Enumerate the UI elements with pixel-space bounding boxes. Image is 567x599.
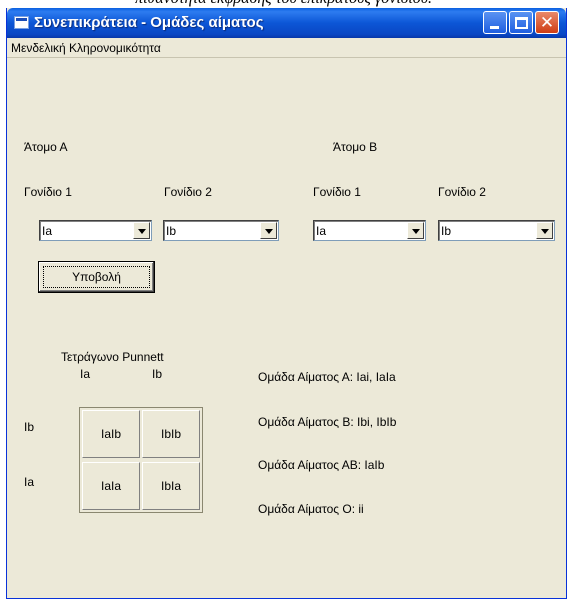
menu-item-mendelian[interactable]: Μενδελική Κληρονομικότητα — [9, 41, 163, 55]
punnett-cell: IaIb — [82, 410, 140, 458]
result-group-a: Ομάδα Αίματος Α: Iai, IaIa — [258, 370, 396, 384]
maximize-button[interactable] — [509, 11, 533, 34]
minimize-icon — [490, 26, 499, 29]
person-b-gene1-value: Ia — [316, 224, 327, 238]
punnett-cell: IbIa — [142, 462, 200, 510]
result-group-ab: Ομάδα Αίματος ΑΒ: IaIb — [258, 458, 385, 472]
minimize-button[interactable] — [483, 11, 507, 34]
person-a-label: Άτομο Α — [24, 140, 68, 154]
window-title: Συνεπικράτεια - Ομάδες αίματος — [34, 14, 264, 31]
person-b-gene1-select[interactable]: Ia — [313, 220, 426, 241]
person-a-gene1-label: Γονίδιο 1 — [24, 185, 72, 199]
person-a-gene2-value: Ib — [166, 224, 177, 238]
person-a-gene2-label: Γονίδιο 2 — [164, 185, 212, 199]
app-icon[interactable] — [14, 16, 29, 29]
submit-button-label: Υποβολή — [43, 266, 150, 288]
result-group-b: Ομάδα Αίματος Β: Ibi, IbIb — [258, 415, 397, 429]
person-a-gene1-select[interactable]: Ia — [39, 220, 152, 241]
punnett-square: IaIb IbIb IaIa IbIa — [79, 407, 203, 513]
result-group-o: Ομάδα Αίματος Ο: ii — [258, 502, 364, 516]
person-b-label: Άτομο Β — [333, 140, 378, 154]
close-button[interactable]: ✕ — [535, 11, 559, 34]
punnett-cell: IbIb — [142, 410, 200, 458]
punnett-cell: IaIa — [82, 462, 140, 510]
maximize-icon — [515, 17, 528, 29]
person-b-gene2-select[interactable]: Ib — [438, 220, 555, 241]
punnett-col-header: Ia — [80, 367, 91, 381]
dropdown-arrow-icon[interactable] — [133, 222, 150, 239]
dropdown-arrow-icon[interactable] — [407, 222, 424, 239]
menu-bar: Μενδελική Κληρονομικότητα — [7, 38, 566, 58]
person-a-gene2-select[interactable]: Ib — [163, 220, 279, 241]
submit-button[interactable]: Υποβολή — [38, 261, 155, 293]
person-b-gene2-value: Ib — [441, 224, 452, 238]
app-window: Συνεπικράτεια - Ομάδες αίματος ✕ Μενδελι… — [6, 8, 567, 599]
punnett-col-header: Ib — [152, 367, 163, 381]
title-bar[interactable]: Συνεπικράτεια - Ομάδες αίματος ✕ — [7, 8, 566, 38]
dropdown-arrow-icon[interactable] — [536, 222, 553, 239]
punnett-row-header: Ib — [24, 420, 35, 434]
close-icon: ✕ — [539, 13, 555, 32]
person-a-gene1-value: Ia — [42, 224, 53, 238]
punnett-row-header: Ia — [24, 475, 35, 489]
dropdown-arrow-icon[interactable] — [260, 222, 277, 239]
person-b-gene1-label: Γονίδιο 1 — [313, 185, 361, 199]
punnett-title: Τετράγωνο Punnett — [61, 350, 164, 364]
person-b-gene2-label: Γονίδιο 2 — [438, 185, 486, 199]
